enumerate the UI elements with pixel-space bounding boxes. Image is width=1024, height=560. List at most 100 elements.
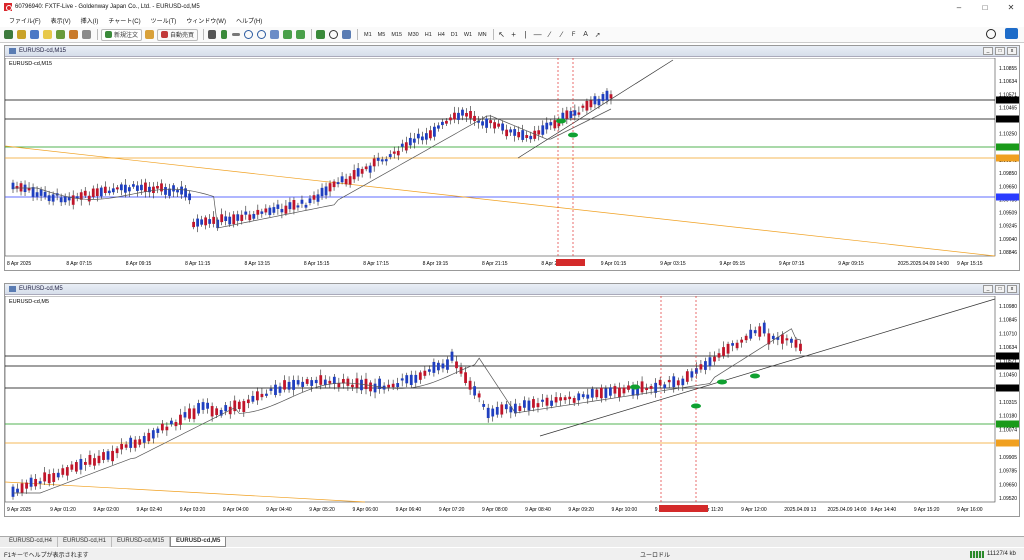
tab-eurusd-m5[interactable]: EURUSD-cd,M5 [170, 537, 227, 547]
menu-view[interactable]: 表示(V) [46, 16, 76, 25]
zoom-out-icon[interactable] [256, 29, 267, 41]
timeframe-mn[interactable]: MN [475, 32, 490, 38]
candle-body [485, 118, 488, 128]
auto-scroll-icon[interactable] [282, 29, 293, 41]
chart-maximize-button[interactable]: □ [995, 47, 1005, 55]
chart-shift-icon[interactable] [295, 29, 306, 41]
tab-eurusd-m15[interactable]: EURUSD-cd,M15 [112, 537, 171, 547]
channel-tool-icon[interactable]: ∕ [557, 29, 567, 41]
menu-file[interactable]: ファイル(F) [4, 16, 46, 25]
close-button[interactable]: ✕ [998, 0, 1024, 14]
time-tick-label: 9 Apr 09:20 [568, 507, 594, 513]
terminal-icon[interactable] [68, 29, 79, 41]
minimize-button[interactable]: – [946, 0, 972, 14]
candle-body [360, 168, 364, 174]
candle-body [320, 187, 324, 197]
timeframe-m1[interactable]: M1 [361, 32, 375, 38]
candle-body [316, 194, 320, 202]
market-watch-icon[interactable] [29, 29, 40, 41]
candle-body [437, 125, 440, 129]
chart-window-m5[interactable]: EURUSD-cd,M5 _ □ x EURUSD-cd,M5 1.10980 1.10… [4, 283, 1020, 517]
auto-trading-button[interactable]: 自動売買 [157, 28, 199, 41]
crosshair-tool-icon[interactable]: + [509, 29, 519, 41]
chart-minimize-button[interactable]: _ [983, 47, 993, 55]
candle-body [103, 186, 107, 194]
chart-maximize-button[interactable]: □ [995, 285, 1005, 293]
candle-body [622, 387, 626, 394]
periods-icon[interactable] [328, 29, 339, 41]
data-window-icon[interactable] [42, 29, 53, 41]
candle-body [269, 388, 273, 391]
tester-icon[interactable] [81, 29, 92, 41]
candle-body [228, 216, 232, 225]
menu-tools[interactable]: ツール(T) [146, 16, 182, 25]
candle-body [505, 129, 509, 137]
cursor-tool-icon[interactable]: ↖ [497, 29, 507, 41]
timeframe-h4[interactable]: H4 [435, 32, 448, 38]
candle-body [481, 121, 484, 126]
arrow-tool-icon[interactable]: ➚ [593, 29, 603, 41]
chart-window-m15[interactable]: EURUSD-cd,M15 _ □ x EURUSD-cd,M15 1.10855 1.… [4, 45, 1020, 271]
chart-close-button[interactable]: x [1007, 47, 1017, 55]
candle-body [595, 389, 599, 398]
timeframe-m30[interactable]: M30 [405, 32, 422, 38]
candle-body [541, 399, 544, 402]
price-chart[interactable]: EURUSD-cd,M5 1.10980 1.10845 1.10710 1.10634… [5, 296, 1019, 516]
menu-help[interactable]: ヘルプ(H) [231, 16, 267, 25]
time-tick-label: 8 Apr 09:15 [126, 261, 152, 267]
timeframe-m15[interactable]: M15 [388, 32, 405, 38]
menu-insert[interactable]: 挿入(I) [76, 16, 104, 25]
metaeditor-icon[interactable] [144, 29, 155, 41]
zoom-in-icon[interactable] [243, 29, 254, 41]
new-chart-icon[interactable] [3, 29, 14, 41]
tab-eurusd-h1[interactable]: EURUSD-cd,H1 [58, 537, 113, 547]
candle-body [119, 184, 123, 191]
candle-body [536, 403, 540, 408]
candle-body [132, 184, 135, 187]
timeframe-w1[interactable]: W1 [461, 32, 475, 38]
fibonacci-tool-icon[interactable]: F [569, 29, 579, 41]
chat-icon[interactable] [1005, 28, 1018, 39]
chart-minimize-button[interactable]: _ [983, 285, 993, 293]
navigator-icon[interactable] [55, 29, 66, 41]
menu-window[interactable]: ウィンドウ(W) [181, 16, 231, 25]
candle-body [35, 192, 39, 197]
candlestick-icon[interactable] [219, 29, 229, 41]
tab-eurusd-h4[interactable]: EURUSD-cd,H4 [4, 537, 59, 547]
chart-close-button[interactable]: x [1007, 285, 1017, 293]
price-chart[interactable]: EURUSD-cd,M151.108551.106341.105711.1046… [5, 58, 1019, 270]
vertical-line-icon[interactable]: | [521, 29, 531, 41]
candle-body [468, 380, 472, 390]
candle-body [427, 369, 431, 372]
price-tick-label: 1.10465 [999, 105, 1017, 111]
auto-trading-label: 自動売買 [170, 33, 195, 39]
candle-body [392, 151, 396, 154]
price-tick-label: 1.09509 [999, 211, 1017, 217]
candle-body [532, 399, 535, 408]
timeframe-m5[interactable]: M5 [375, 32, 389, 38]
candle-body [780, 334, 784, 344]
candle-body [364, 166, 368, 170]
toolbar: 新規注文 自動売買 M1 M5 M15 M30 H1 H4 D1 W1 MN ↖… [0, 27, 1024, 43]
trendline-tool-icon[interactable]: ∕ [545, 29, 555, 41]
time-tick-label: 8 Apr 21:15 [482, 261, 508, 267]
timeframe-d1[interactable]: D1 [448, 32, 461, 38]
menu-chart[interactable]: チャート(C) [103, 16, 145, 25]
new-order-button[interactable]: 新規注文 [101, 28, 143, 41]
line-chart-icon[interactable] [231, 29, 241, 41]
maximize-button[interactable]: □ [972, 0, 998, 14]
tile-windows-icon[interactable] [269, 29, 280, 41]
candle-body [142, 436, 146, 443]
horizontal-line-icon[interactable]: — [533, 29, 543, 41]
candle-body [308, 198, 312, 203]
templates-icon[interactable] [341, 29, 352, 41]
text-tool-icon[interactable]: A [581, 29, 591, 41]
candle-body [400, 143, 404, 147]
indicators-icon[interactable] [315, 29, 326, 41]
search-icon[interactable] [986, 29, 996, 39]
orange-level-line-price-box [996, 154, 1019, 162]
bar-chart-icon[interactable] [207, 29, 217, 41]
candle-body [450, 351, 454, 361]
profiles-icon[interactable] [16, 29, 27, 41]
timeframe-h1[interactable]: H1 [422, 32, 435, 38]
